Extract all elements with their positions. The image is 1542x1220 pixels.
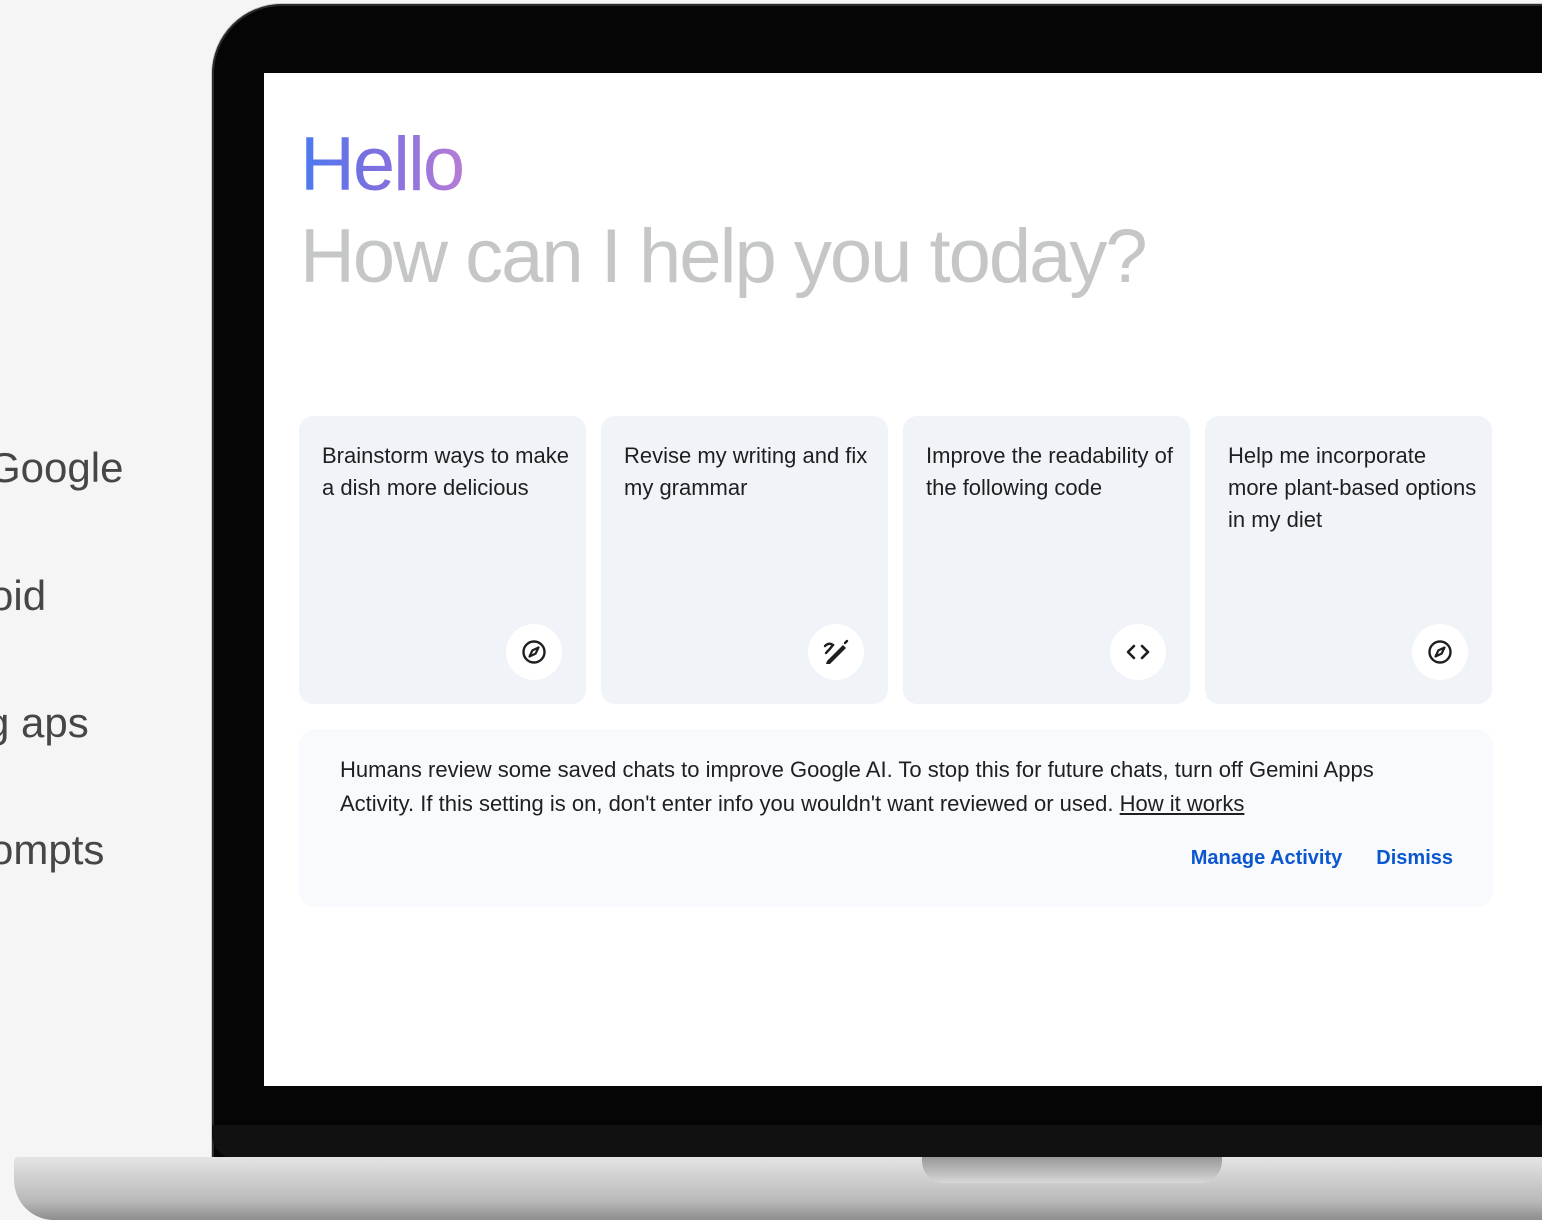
suggestion-card[interactable]: Help me incorporate more plant-based opt…: [1205, 416, 1492, 704]
page: Google oid g aps ompts Hello How can I h…: [0, 0, 1542, 1220]
feature-list: Google oid g aps ompts: [0, 0, 200, 1220]
feature-item: ompts: [0, 826, 105, 873]
laptop-base: [14, 1157, 1542, 1220]
suggestion-card-text: Revise my writing and fix my grammar: [624, 443, 868, 500]
suggestion-card-text: Brainstorm ways to make a dish more deli…: [322, 443, 569, 500]
feature-item: oid: [0, 572, 47, 619]
laptop-screen: Hello How can I help you today? Brainsto…: [264, 73, 1542, 1086]
manage-activity-button[interactable]: Manage Activity: [1191, 847, 1343, 870]
code-icon: [1110, 624, 1166, 680]
laptop-bezel-bottom: [212, 1125, 1542, 1159]
suggestion-card[interactable]: Brainstorm ways to make a dish more deli…: [299, 416, 586, 704]
suggestion-card-text: Help me incorporate more plant-based opt…: [1228, 443, 1477, 532]
privacy-notice-actions: Manage Activity Dismiss: [1191, 847, 1453, 870]
greeting-subtitle: How can I help you today?: [300, 214, 1148, 299]
feature-item: Google: [0, 444, 124, 491]
suggestion-card[interactable]: Improve the readability of the following…: [903, 416, 1190, 704]
suggestion-card[interactable]: Revise my writing and fix my grammar: [601, 416, 888, 704]
feature-item: g aps: [0, 699, 89, 746]
laptop-notch: [922, 1157, 1222, 1183]
privacy-notice-text: Humans review some saved chats to improv…: [340, 753, 1450, 821]
how-it-works-link[interactable]: How it works: [1120, 791, 1245, 816]
dismiss-button[interactable]: Dismiss: [1376, 847, 1453, 870]
compass-icon: [506, 624, 562, 680]
privacy-notice: Humans review some saved chats to improv…: [299, 729, 1493, 907]
suggestion-card-text: Improve the readability of the following…: [926, 443, 1174, 500]
greeting-hello: Hello: [300, 122, 465, 207]
compass-icon: [1412, 624, 1468, 680]
suggestion-cards: Brainstorm ways to make a dish more deli…: [299, 416, 1499, 704]
edit-pen-icon: [808, 624, 864, 680]
